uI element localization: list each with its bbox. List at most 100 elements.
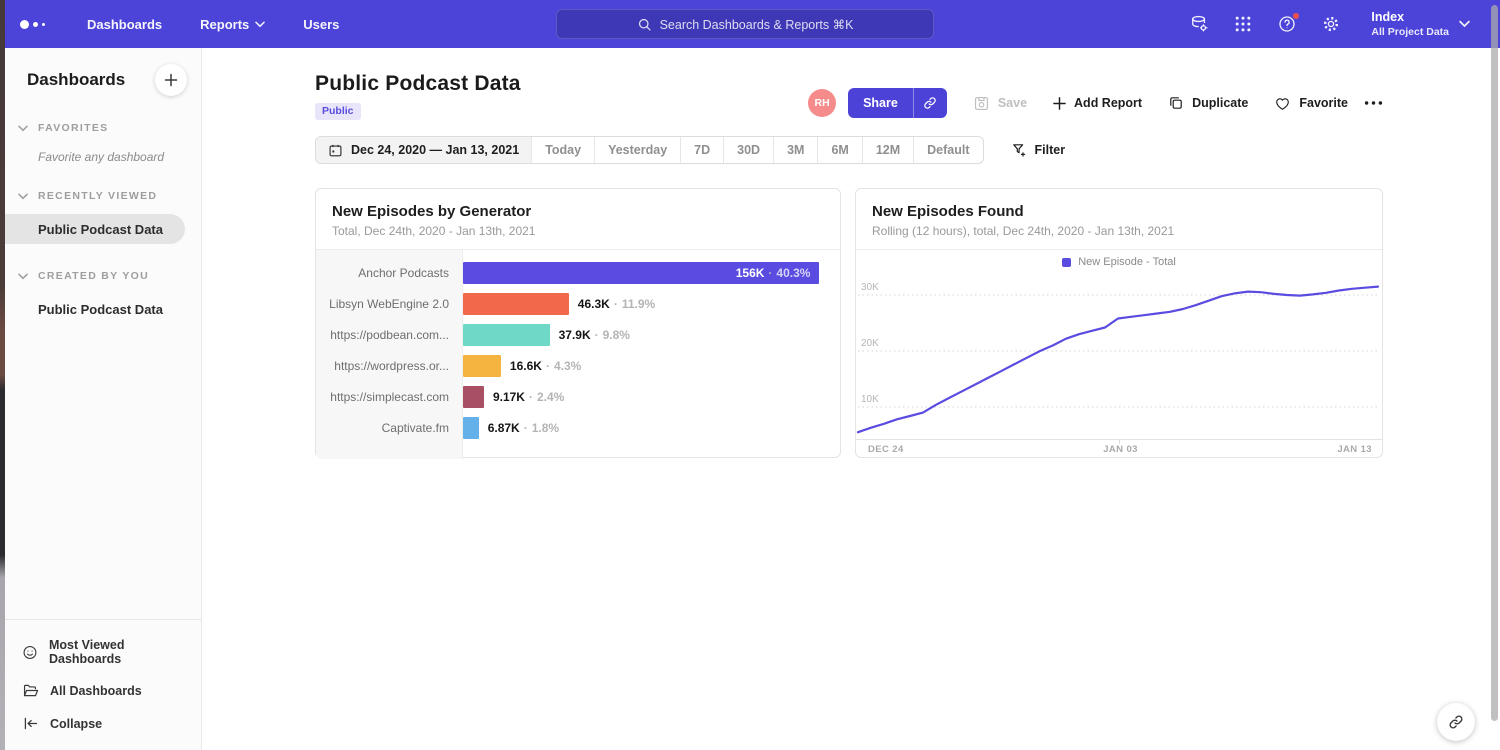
chart-legend: New Episode - Total [856,250,1382,274]
apps-grid-icon[interactable] [1233,14,1253,34]
sidebar: Dashboards FAVORITES Favorite any dashbo… [5,48,202,750]
favorite-button[interactable]: Favorite [1274,95,1348,112]
bar-category-label: https://wordpress.or... [316,359,463,373]
avatar[interactable]: RH [808,89,836,117]
x-axis: DEC 24 JAN 03 JAN 13 [856,440,1382,459]
share-button[interactable]: Share [848,88,913,118]
notification-dot [1292,12,1300,20]
chevron-down-icon [1459,20,1470,28]
sidebar-section-favorites[interactable]: FAVORITES [5,122,201,134]
most-viewed-dashboards-link[interactable]: Most Viewed Dashboards [5,630,201,674]
workspace-scope: All Project Data [1371,26,1449,38]
filter-button[interactable]: Filter [1011,142,1066,158]
bar [463,417,479,439]
bar-category-label: Anchor Podcasts [316,266,463,280]
bar-value-label: 46.3K·11.9% [578,293,655,315]
sidebar-item-public-podcast-data[interactable]: Public Podcast Data [5,214,185,244]
bar-row: https://wordpress.or... 16.6K·4.3% [316,350,840,381]
collapse-sidebar-button[interactable]: Collapse [5,707,201,740]
page-title: Public Podcast Data [315,72,521,96]
x-tick-end: JAN 13 [1337,444,1372,455]
plus-icon [164,73,178,87]
bar-row: Libsyn WebEngine 2.0 46.3K·11.9% [316,288,840,319]
bar-chart-subtitle: Total, Dec 24th, 2020 - Jan 13th, 2021 [332,224,824,238]
sidebar-title: Dashboards [27,70,125,90]
top-nav: Dashboards Reports Users Search Dashboar… [0,0,1500,48]
add-report-button[interactable]: Add Report [1053,96,1142,110]
bar-category-label: Captivate.fm [316,421,463,435]
heart-icon [1274,95,1291,112]
y-tick-label: 30K [861,282,879,293]
chevron-down-icon [18,125,28,132]
search-icon [637,17,652,32]
bar-value-label: 9.17K·2.4% [493,386,564,408]
help-icon[interactable] [1277,14,1297,34]
bar-row: Anchor Podcasts 156K·40.3% [316,257,840,288]
search-placeholder: Search Dashboards & Reports ⌘K [660,17,854,32]
line-chart-subtitle: Rolling (12 hours), total, Dec 24th, 202… [872,224,1366,238]
filter-icon [1011,142,1027,158]
range-preset-3m[interactable]: 3M [773,137,817,163]
settings-icon[interactable] [1321,14,1341,34]
range-preset-12m[interactable]: 12M [862,137,913,163]
range-preset-7d[interactable]: 7D [680,137,723,163]
bar-value-label: 37.9K·9.8% [559,324,630,346]
main-content: Public Podcast Data Public RH Share Save… [202,48,1500,750]
workspace-switcher[interactable]: Index All Project Data [1371,10,1470,38]
date-toolbar: Dec 24, 2020 — Jan 13, 2021 TodayYesterd… [315,136,1065,164]
bar-category-label: Libsyn WebEngine 2.0 [316,297,463,311]
range-presets: TodayYesterday7D30D3M6M12MDefault [531,137,982,163]
app-logo-icon[interactable] [20,20,45,29]
nav-item-dashboards[interactable]: Dashboards [87,17,162,32]
legend-label: New Episode - Total [1078,256,1176,268]
bar-value-label: 156K·40.3% [736,262,820,284]
floating-link-button[interactable] [1437,703,1475,741]
bar-chart-title: New Episodes by Generator [332,203,824,220]
primary-nav: Dashboards Reports Users [87,17,339,32]
date-range-button[interactable]: Dec 24, 2020 — Jan 13, 2021 [316,137,531,163]
sidebar-item-public-podcast-data-2[interactable]: Public Podcast Data [5,294,201,324]
x-tick-mark [1119,440,1120,444]
bar-value-label: 16.6K·4.3% [510,355,581,377]
more-options-button[interactable] [1364,100,1383,106]
smiley-icon [22,644,38,661]
collapse-icon [22,715,39,732]
search-input[interactable]: Search Dashboards & Reports ⌘K [556,9,934,39]
bar [463,324,550,346]
save-button[interactable]: Save [973,95,1027,112]
vertical-scrollbar[interactable] [1491,5,1498,721]
legend-swatch [1062,258,1071,267]
range-preset-30d[interactable]: 30D [723,137,773,163]
link-icon [1447,713,1465,731]
range-preset-default[interactable]: Default [913,137,982,163]
new-dashboard-button[interactable] [155,64,187,96]
visibility-badge: Public [315,103,361,120]
chevron-down-icon [255,21,265,28]
bar-category-label: https://podbean.com... [316,328,463,342]
duplicate-icon [1168,95,1184,111]
bar [463,355,501,377]
all-dashboards-link[interactable]: All Dashboards [5,674,201,707]
nav-item-reports[interactable]: Reports [200,17,265,32]
calendar-icon [328,143,343,158]
nav-item-users[interactable]: Users [303,17,339,32]
chevron-down-icon [18,193,28,200]
favorites-empty-hint: Favorite any dashboard [5,134,201,164]
nav-utilities: Index All Project Data [1189,0,1470,48]
range-preset-yesterday[interactable]: Yesterday [594,137,680,163]
x-tick-mid: JAN 03 [1103,444,1138,455]
data-sources-icon[interactable] [1189,14,1209,34]
line-chart-plot: 10K20K30K [856,274,1382,440]
range-preset-6m[interactable]: 6M [817,137,861,163]
date-range-control: Dec 24, 2020 — Jan 13, 2021 TodayYesterd… [315,136,984,164]
share-link-button[interactable] [913,88,947,118]
sidebar-section-created-by-you[interactable]: CREATED BY YOU [5,270,201,282]
sidebar-section-recently-viewed[interactable]: RECENTLY VIEWED [5,190,201,202]
line-chart-card: New Episodes Found Rolling (12 hours), t… [855,188,1383,458]
duplicate-button[interactable]: Duplicate [1168,95,1248,111]
bar-row: https://podbean.com... 37.9K·9.8% [316,319,840,350]
bar [463,293,569,315]
line-chart-title: New Episodes Found [872,203,1366,220]
range-preset-today[interactable]: Today [531,137,594,163]
workspace-name: Index [1371,10,1449,26]
